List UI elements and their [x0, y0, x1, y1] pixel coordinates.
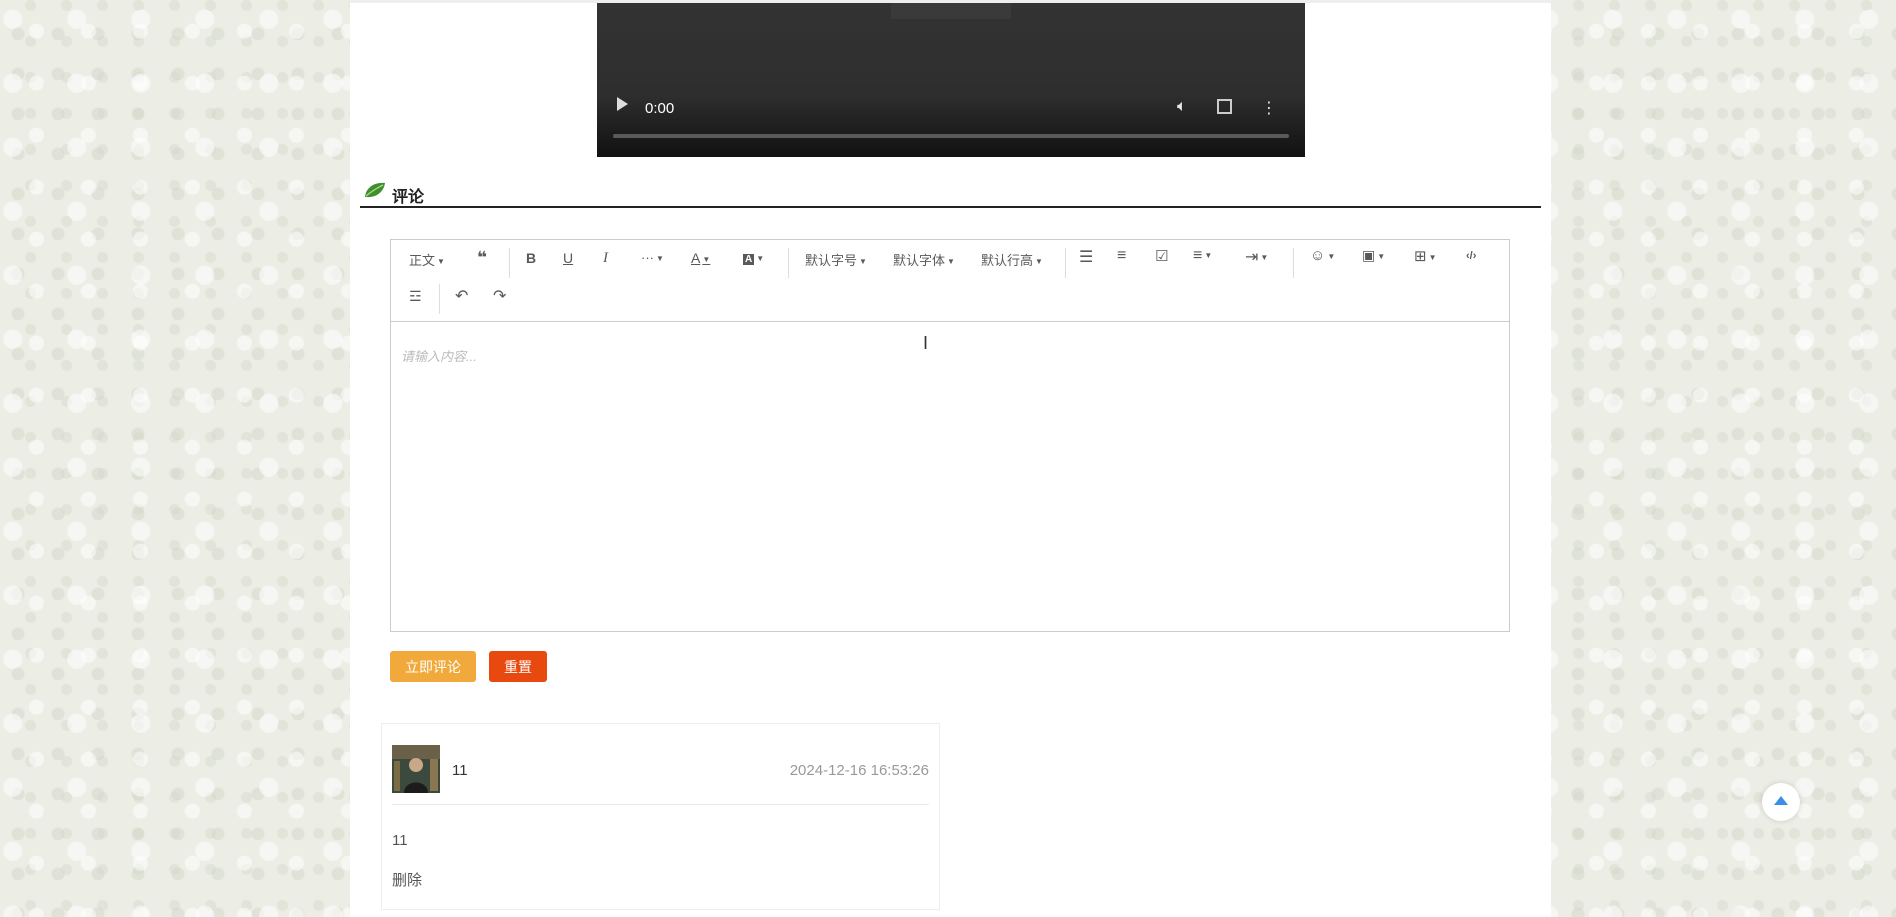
back-to-top-button[interactable]	[1762, 783, 1800, 821]
font-size-label: 默认字号	[805, 253, 858, 268]
emoji-icon[interactable]: ☺ ▼	[1310, 247, 1335, 264]
comment-divider	[392, 804, 929, 805]
comment-content: 11	[392, 832, 408, 849]
main-content: 0:00 🔈︎ ⋮ 评论 正文 ▼ ❝ B U I ··· ▼ A ▼ A ▼ 默认字号…	[350, 0, 1551, 917]
avatar-image	[392, 745, 440, 793]
submit-comment-button[interactable]: 立即评论	[390, 651, 476, 682]
bold-icon[interactable]: B	[526, 250, 536, 266]
code-icon[interactable]: ‹/›	[1466, 250, 1476, 262]
more-options-icon[interactable]: ⋮	[1261, 98, 1277, 118]
divider-line-icon[interactable]: ☲	[409, 288, 422, 305]
leaf-icon	[365, 182, 385, 198]
play-icon[interactable]	[617, 97, 628, 111]
quote-icon[interactable]: ❝	[477, 248, 487, 268]
comment-section-header: 评论	[360, 179, 1541, 208]
video-player[interactable]: 0:00 🔈︎ ⋮	[597, 3, 1305, 157]
numbered-list-icon[interactable]: ≡	[1117, 247, 1126, 265]
line-height-dropdown[interactable]: 默认行高 ▼	[981, 250, 1043, 269]
font-color-icon[interactable]: A ▼	[691, 250, 710, 266]
delete-comment-link[interactable]: 删除	[392, 869, 422, 890]
toolbar-divider	[1065, 248, 1066, 278]
font-family-label: 默认字体	[893, 253, 946, 268]
fullscreen-icon[interactable]	[1217, 99, 1232, 114]
comment-item: 11 2024-12-16 16:53:26 11 删除	[381, 723, 940, 910]
todo-checkbox-icon[interactable]: ☑	[1155, 247, 1168, 265]
video-progress-bar[interactable]	[613, 134, 1289, 138]
image-icon[interactable]: ▣ ▼	[1362, 247, 1385, 264]
paragraph-label: 正文	[409, 253, 436, 268]
text-cursor-icon: I	[923, 333, 929, 353]
editor-placeholder[interactable]: 请输入内容...	[401, 346, 477, 365]
underline-icon[interactable]: U	[563, 250, 573, 266]
line-height-label: 默认行高	[981, 253, 1034, 268]
table-icon[interactable]: ⊞ ▼	[1414, 247, 1437, 265]
toolbar-divider	[509, 248, 510, 278]
toolbar-divider	[439, 284, 440, 314]
align-icon[interactable]: ≡ ▼	[1193, 247, 1212, 265]
comment-timestamp: 2024-12-16 16:53:26	[789, 762, 929, 779]
font-size-dropdown[interactable]: 默认字号 ▼	[805, 250, 867, 269]
italic-icon[interactable]: I	[603, 250, 608, 267]
toolbar-divider	[788, 248, 789, 278]
avatar	[392, 745, 440, 793]
toolbar-divider	[1293, 248, 1294, 278]
video-overlay-bar	[891, 3, 1011, 19]
rich-text-editor: 正文 ▼ ❝ B U I ··· ▼ A ▼ A ▼ 默认字号 ▼ 默认字体 ▼ 默认行高 ▼…	[390, 239, 1510, 632]
reset-button[interactable]: 重置	[489, 651, 547, 682]
bulleted-list-icon[interactable]: ☰	[1079, 247, 1093, 267]
undo-icon[interactable]: ↶	[455, 286, 468, 306]
indent-icon[interactable]: ⇥ ▼	[1245, 247, 1268, 267]
volume-icon[interactable]: 🔈︎	[1177, 98, 1187, 116]
editor-toolbar: 正文 ▼ ❝ B U I ··· ▼ A ▼ A ▼ 默认字号 ▼ 默认字体 ▼ 默认行高 ▼…	[391, 240, 1509, 322]
background-color-icon[interactable]: A ▼	[743, 250, 764, 265]
section-title: 评论	[392, 189, 425, 206]
arrow-up-icon	[1774, 796, 1788, 805]
more-format-icon[interactable]: ··· ▼	[641, 250, 664, 265]
font-family-dropdown[interactable]: 默认字体 ▼	[893, 250, 955, 269]
redo-icon[interactable]: ↷	[493, 286, 506, 306]
paragraph-dropdown[interactable]: 正文 ▼	[409, 250, 445, 269]
comment-username: 11	[452, 762, 468, 779]
video-time: 0:00	[645, 100, 675, 117]
